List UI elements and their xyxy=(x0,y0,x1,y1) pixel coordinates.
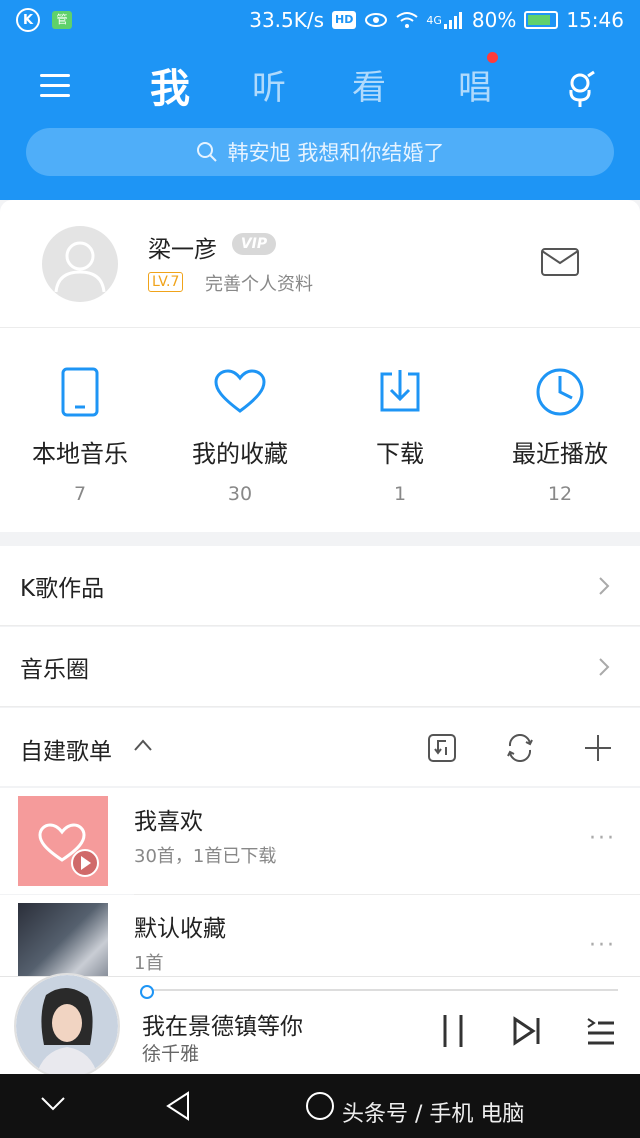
download-count: 1 xyxy=(393,483,407,505)
karaoke-works-row[interactable]: K歌作品 xyxy=(0,546,640,626)
playlist-title: 我喜欢 xyxy=(134,809,203,835)
download-button[interactable]: 下载 1 xyxy=(320,364,480,505)
mini-player[interactable]: 我在景德镇等你 徐千雅 xyxy=(0,973,640,1079)
local-music-button[interactable]: 本地音乐 7 xyxy=(0,364,160,505)
playlist-item[interactable]: 默认收藏 1首 ··· xyxy=(0,895,640,976)
vip-badge[interactable]: VIP xyxy=(232,233,276,255)
battery-icon xyxy=(524,11,559,29)
k-app-icon: K xyxy=(16,8,40,32)
recent-play-button[interactable]: 最近播放 12 xyxy=(480,364,640,505)
karaoke-works-label: K歌作品 xyxy=(20,575,105,602)
search-input[interactable]: 韩安旭 我想和你结婚了 xyxy=(26,128,614,176)
favorites-count: 30 xyxy=(227,483,253,505)
profile-card[interactable]: 梁一彦 VIP LV.7 完善个人资料 xyxy=(0,200,640,328)
clock-time: 15:46 xyxy=(566,8,624,32)
avatar[interactable] xyxy=(42,226,118,302)
add-playlist-icon[interactable] xyxy=(582,732,614,764)
playlist-subtitle: 1首 xyxy=(134,953,164,974)
menu-icon[interactable] xyxy=(40,74,70,98)
playlist-subtitle: 30首，1首已下载 xyxy=(134,846,277,867)
level-badge: LV.7 xyxy=(148,272,184,292)
music-circle-label: 音乐圈 xyxy=(20,656,89,683)
playlist-title: 默认收藏 xyxy=(134,916,226,942)
hd-icon: HD xyxy=(332,11,357,29)
favorites-button[interactable]: 我的收藏 30 xyxy=(160,364,320,505)
chevron-down-icon[interactable] xyxy=(40,1096,66,1112)
playlist-cover xyxy=(18,903,108,976)
import-playlist-icon[interactable] xyxy=(426,732,458,764)
local-music-label: 本地音乐 xyxy=(32,440,128,468)
tab-watch[interactable]: 看 xyxy=(352,60,386,109)
status-bar: K 管 33.5K/s HD 4G 80% 15:46 xyxy=(0,0,640,42)
tab-listen[interactable]: 听 xyxy=(252,60,286,109)
more-icon[interactable]: ··· xyxy=(589,933,616,958)
header: 我 听 看 唱 韩安旭 我想和你结婚了 xyxy=(0,42,640,200)
battery-percent: 80% xyxy=(471,8,517,32)
app-badge-icon: 管 xyxy=(52,11,72,29)
playlist-section-header: 自建歌单 xyxy=(0,708,640,786)
phone-icon xyxy=(61,367,99,417)
playlist-item[interactable]: 我喜欢 30首，1首已下载 ··· xyxy=(0,788,640,894)
network-type: 4G xyxy=(426,13,442,27)
recent-play-count: 12 xyxy=(547,483,573,505)
recent-play-label: 最近播放 xyxy=(512,440,608,468)
tab-sing[interactable]: 唱 xyxy=(458,60,492,109)
more-icon[interactable]: ··· xyxy=(589,826,616,851)
net-speed: 33.5K/s xyxy=(249,8,325,32)
download-label: 下载 xyxy=(376,440,424,468)
chevron-right-icon xyxy=(599,658,610,676)
mail-icon[interactable] xyxy=(540,247,580,277)
karaoke-mic-icon[interactable] xyxy=(560,70,600,110)
home-icon[interactable] xyxy=(304,1090,336,1122)
progress-handle[interactable] xyxy=(140,985,154,999)
playlist-queue-icon[interactable] xyxy=(586,1013,616,1049)
notification-dot xyxy=(487,52,498,63)
clock-icon xyxy=(536,368,584,416)
search-placeholder: 韩安旭 我想和你结婚了 xyxy=(227,141,445,165)
search-icon xyxy=(196,141,218,163)
album-art[interactable] xyxy=(14,973,120,1079)
quick-actions: 本地音乐 7 我的收藏 30 下载 1 最近播放 12 xyxy=(0,328,640,532)
song-artist: 徐千雅 xyxy=(142,1043,200,1065)
username: 梁一彦 xyxy=(148,237,217,263)
wifi-icon xyxy=(396,12,418,28)
chevron-right-icon xyxy=(599,577,610,595)
heart-icon xyxy=(214,369,266,413)
signal-icon xyxy=(443,12,462,29)
playlist-cover xyxy=(18,796,108,886)
playlist-section-title[interactable]: 自建歌单 xyxy=(20,732,112,766)
tab-me[interactable]: 我 xyxy=(150,56,190,114)
watermark-text: 头条号 / 手机 电脑 xyxy=(342,1102,525,1127)
system-nav-bar: 头条号 / 手机 电脑 xyxy=(0,1074,640,1138)
back-icon[interactable] xyxy=(164,1090,192,1122)
eye-icon xyxy=(365,13,388,27)
music-circle-row[interactable]: 音乐圈 xyxy=(0,627,640,707)
local-music-count: 7 xyxy=(73,483,87,505)
progress-bar[interactable] xyxy=(142,989,618,991)
sync-icon[interactable] xyxy=(504,732,536,764)
complete-profile-link[interactable]: 完善个人资料 xyxy=(205,270,313,296)
pause-icon[interactable] xyxy=(440,1013,466,1049)
chevron-up-icon[interactable] xyxy=(133,738,153,752)
song-title: 我在景德镇等你 xyxy=(142,1014,303,1040)
next-track-icon[interactable] xyxy=(512,1013,542,1049)
top-tabs: 我 听 看 唱 xyxy=(0,52,640,112)
download-icon xyxy=(380,370,420,412)
favorites-label: 我的收藏 xyxy=(192,440,288,468)
